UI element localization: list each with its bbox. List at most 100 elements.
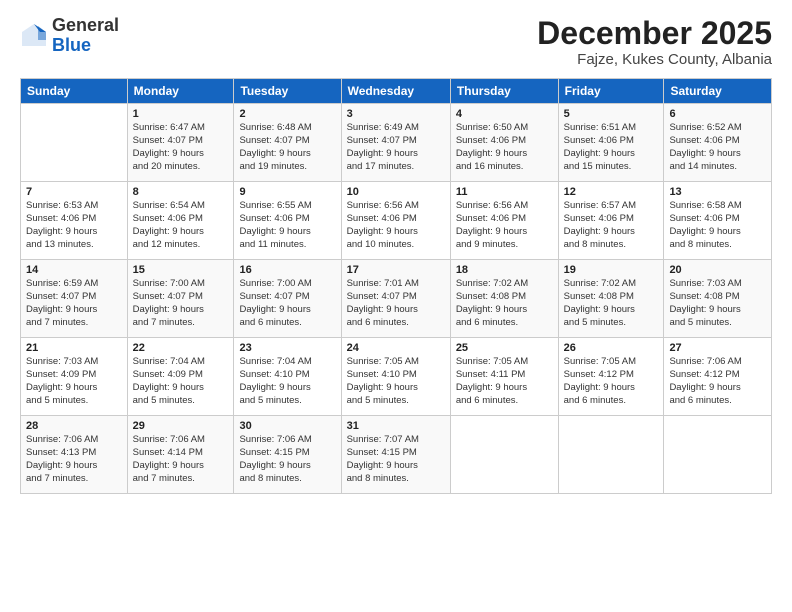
calendar-cell: 14 Sunrise: 6:59 AM Sunset: 4:07 PM Dayli…: [21, 260, 128, 338]
day-number: 13: [669, 186, 766, 198]
calendar-cell: 17 Sunrise: 7:01 AM Sunset: 4:07 PM Dayli…: [341, 260, 450, 338]
calendar-header-row: Sunday Monday Tuesday Wednesday Thursday…: [21, 79, 772, 104]
day-info: Sunrise: 7:05 AM Sunset: 4:12 PM Dayligh…: [564, 356, 659, 407]
calendar-cell: 19Sunrise: 7:02 AM Sunset: 4:08 PM Dayli…: [558, 260, 664, 338]
col-sunday: Sunday: [21, 79, 128, 104]
day-number: 4: [456, 108, 553, 120]
title-block: December 2025 Fajze, Kukes County, Alban…: [537, 16, 772, 68]
day-number: 23: [239, 342, 335, 354]
day-info: Sunrise: 6:56 AM Sunset: 4:06 PM Dayligh…: [456, 200, 553, 251]
day-number: 31: [347, 420, 445, 432]
calendar-cell: 22Sunrise: 7:04 AM Sunset: 4:09 PM Dayli…: [127, 338, 234, 416]
day-info: Sunrise: 7:06 AM Sunset: 4:13 PM Dayligh…: [26, 434, 122, 485]
calendar-cell: [450, 416, 558, 494]
day-info: Sunrise: 6:53 AM Sunset: 4:06 PM Dayligh…: [26, 200, 122, 251]
day-info: Sunrise: 6:48 AM Sunset: 4:07 PM Dayligh…: [239, 122, 335, 173]
col-wednesday: Wednesday: [341, 79, 450, 104]
day-info: Sunrise: 7:02 AM Sunset: 4:08 PM Dayligh…: [456, 278, 553, 329]
day-info: Sunrise: 7:03 AM Sunset: 4:08 PM Dayligh…: [669, 278, 766, 329]
day-number: 18: [456, 264, 553, 276]
calendar-week-2: 7 Sunrise: 6:53 AM Sunset: 4:06 PM Daylig…: [21, 182, 772, 260]
logo-text: General Blue: [52, 16, 119, 56]
col-tuesday: Tuesday: [234, 79, 341, 104]
day-number: 17: [347, 264, 445, 276]
calendar-cell: 18 Sunrise: 7:02 AM Sunset: 4:08 PM Dayli…: [450, 260, 558, 338]
day-info: Sunrise: 6:55 AM Sunset: 4:06 PM Dayligh…: [239, 200, 335, 251]
day-info: Sunrise: 7:04 AM Sunset: 4:10 PM Dayligh…: [239, 356, 335, 407]
day-info: Sunrise: 7:05 AM Sunset: 4:10 PM Dayligh…: [347, 356, 445, 407]
page: General Blue December 2025 Fajze, Kukes …: [0, 0, 792, 612]
day-number: 19: [564, 264, 659, 276]
day-info: Sunrise: 7:00 AM Sunset: 4:07 PM Dayligh…: [133, 278, 229, 329]
calendar-week-5: 28Sunrise: 7:06 AM Sunset: 4:13 PM Dayli…: [21, 416, 772, 494]
calendar-cell: 24 Sunrise: 7:05 AM Sunset: 4:10 PM Dayli…: [341, 338, 450, 416]
day-info: Sunrise: 7:07 AM Sunset: 4:15 PM Dayligh…: [347, 434, 445, 485]
calendar-cell: 6 Sunrise: 6:52 AM Sunset: 4:06 PM Daylig…: [664, 104, 772, 182]
calendar-cell: 5Sunrise: 6:51 AM Sunset: 4:06 PM Daylig…: [558, 104, 664, 182]
calendar-cell: 4 Sunrise: 6:50 AM Sunset: 4:06 PM Daylig…: [450, 104, 558, 182]
day-info: Sunrise: 7:00 AM Sunset: 4:07 PM Dayligh…: [239, 278, 335, 329]
calendar-week-4: 21Sunrise: 7:03 AM Sunset: 4:09 PM Dayli…: [21, 338, 772, 416]
day-info: Sunrise: 6:50 AM Sunset: 4:06 PM Dayligh…: [456, 122, 553, 173]
calendar-cell: 8 Sunrise: 6:54 AM Sunset: 4:06 PM Daylig…: [127, 182, 234, 260]
calendar-cell: 9Sunrise: 6:55 AM Sunset: 4:06 PM Daylig…: [234, 182, 341, 260]
calendar-cell: 23 Sunrise: 7:04 AM Sunset: 4:10 PM Dayli…: [234, 338, 341, 416]
col-thursday: Thursday: [450, 79, 558, 104]
calendar-cell: 13Sunrise: 6:58 AM Sunset: 4:06 PM Dayli…: [664, 182, 772, 260]
calendar-cell: 2Sunrise: 6:48 AM Sunset: 4:07 PM Daylig…: [234, 104, 341, 182]
day-info: Sunrise: 7:01 AM Sunset: 4:07 PM Dayligh…: [347, 278, 445, 329]
calendar-cell: 26 Sunrise: 7:05 AM Sunset: 4:12 PM Dayli…: [558, 338, 664, 416]
calendar-cell: [664, 416, 772, 494]
calendar-cell: 7 Sunrise: 6:53 AM Sunset: 4:06 PM Daylig…: [21, 182, 128, 260]
day-info: Sunrise: 6:52 AM Sunset: 4:06 PM Dayligh…: [669, 122, 766, 173]
day-info: Sunrise: 6:54 AM Sunset: 4:06 PM Dayligh…: [133, 200, 229, 251]
day-number: 24: [347, 342, 445, 354]
day-number: 3: [347, 108, 445, 120]
day-number: 25: [456, 342, 553, 354]
day-number: 30: [239, 420, 335, 432]
day-info: Sunrise: 6:47 AM Sunset: 4:07 PM Dayligh…: [133, 122, 229, 173]
day-number: 21: [26, 342, 122, 354]
calendar-cell: 20Sunrise: 7:03 AM Sunset: 4:08 PM Dayli…: [664, 260, 772, 338]
day-number: 10: [347, 186, 445, 198]
day-number: 1: [133, 108, 229, 120]
day-number: 26: [564, 342, 659, 354]
day-number: 15: [133, 264, 229, 276]
logo-general-text: General: [52, 15, 119, 35]
col-friday: Friday: [558, 79, 664, 104]
day-info: Sunrise: 7:04 AM Sunset: 4:09 PM Dayligh…: [133, 356, 229, 407]
location: Fajze, Kukes County, Albania: [537, 51, 772, 68]
calendar-cell: 10 Sunrise: 6:56 AM Sunset: 4:06 PM Dayli…: [341, 182, 450, 260]
day-number: 27: [669, 342, 766, 354]
day-number: 11: [456, 186, 553, 198]
calendar-cell: 25 Sunrise: 7:05 AM Sunset: 4:11 PM Dayli…: [450, 338, 558, 416]
day-info: Sunrise: 6:59 AM Sunset: 4:07 PM Dayligh…: [26, 278, 122, 329]
calendar-cell: 30Sunrise: 7:06 AM Sunset: 4:15 PM Dayli…: [234, 416, 341, 494]
calendar-cell: 21Sunrise: 7:03 AM Sunset: 4:09 PM Dayli…: [21, 338, 128, 416]
header: General Blue December 2025 Fajze, Kukes …: [20, 16, 772, 68]
day-number: 16: [239, 264, 335, 276]
calendar-cell: [558, 416, 664, 494]
day-info: Sunrise: 6:49 AM Sunset: 4:07 PM Dayligh…: [347, 122, 445, 173]
day-number: 8: [133, 186, 229, 198]
calendar-cell: 16 Sunrise: 7:00 AM Sunset: 4:07 PM Dayli…: [234, 260, 341, 338]
month-title: December 2025: [537, 16, 772, 51]
col-saturday: Saturday: [664, 79, 772, 104]
calendar-cell: 27Sunrise: 7:06 AM Sunset: 4:12 PM Dayli…: [664, 338, 772, 416]
logo-icon: [20, 22, 48, 50]
day-info: Sunrise: 6:51 AM Sunset: 4:06 PM Dayligh…: [564, 122, 659, 173]
calendar-cell: 29 Sunrise: 7:06 AM Sunset: 4:14 PM Dayli…: [127, 416, 234, 494]
calendar-cell: [21, 104, 128, 182]
day-number: 7: [26, 186, 122, 198]
calendar-cell: 12Sunrise: 6:57 AM Sunset: 4:06 PM Dayli…: [558, 182, 664, 260]
calendar-cell: 15 Sunrise: 7:00 AM Sunset: 4:07 PM Dayli…: [127, 260, 234, 338]
day-info: Sunrise: 7:06 AM Sunset: 4:14 PM Dayligh…: [133, 434, 229, 485]
day-number: 29: [133, 420, 229, 432]
day-number: 12: [564, 186, 659, 198]
logo: General Blue: [20, 16, 119, 56]
day-number: 14: [26, 264, 122, 276]
calendar-week-3: 14 Sunrise: 6:59 AM Sunset: 4:07 PM Dayli…: [21, 260, 772, 338]
day-number: 6: [669, 108, 766, 120]
day-info: Sunrise: 7:05 AM Sunset: 4:11 PM Dayligh…: [456, 356, 553, 407]
day-info: Sunrise: 6:56 AM Sunset: 4:06 PM Dayligh…: [347, 200, 445, 251]
